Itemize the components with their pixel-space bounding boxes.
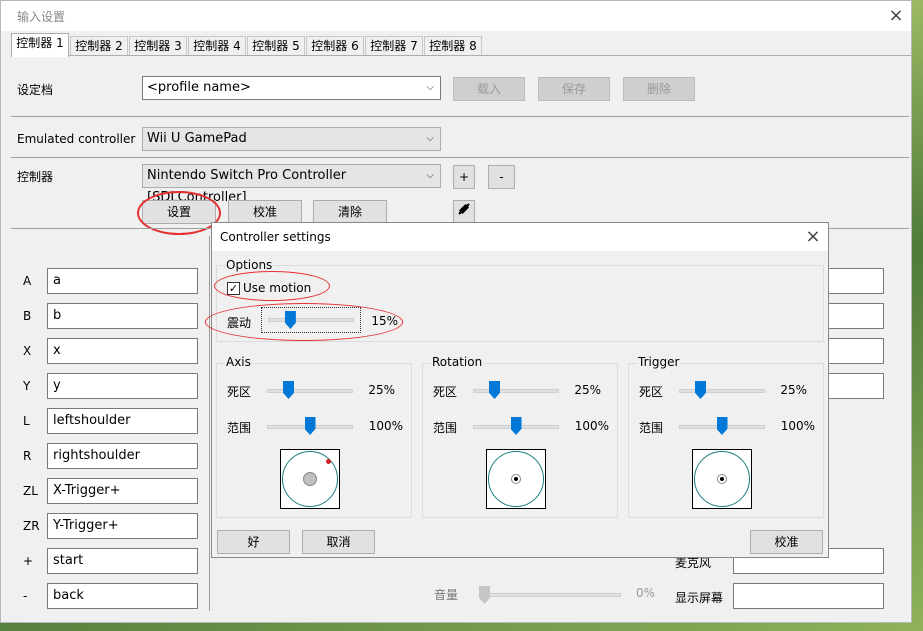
profile-label: 设定档 xyxy=(17,83,54,97)
dialog-calibrate-button[interactable]: 校准 xyxy=(750,530,823,554)
tab-controller-7[interactable]: 控制器 7 xyxy=(365,36,423,56)
mapping-input[interactable]: leftshoulder xyxy=(47,408,198,434)
trigger-deadzone-label: 死区 xyxy=(639,385,664,399)
dialog-titlebar: Controller settings × xyxy=(212,223,828,251)
volume-label: 音量 xyxy=(434,588,459,602)
stick-raw-dot xyxy=(326,459,331,464)
profile-combo[interactable]: <profile name> ⌵ xyxy=(142,76,441,100)
remove-controller-button[interactable]: - xyxy=(488,165,515,189)
mapping-input[interactable]: b xyxy=(47,303,198,329)
highlight-circle xyxy=(205,303,403,341)
mapping-key: ZR xyxy=(23,519,40,533)
mapping-key: R xyxy=(23,449,32,463)
dialog-title: Controller settings xyxy=(220,230,331,244)
stick-center-dot xyxy=(720,477,724,481)
axis-deadzone-value: 25% xyxy=(368,383,395,397)
tab-controller-2[interactable]: 控制器 2 xyxy=(70,36,128,56)
divider xyxy=(209,236,210,611)
rotation-range-label: 范围 xyxy=(433,421,458,435)
save-profile-button[interactable]: 保存 xyxy=(538,77,610,101)
trigger-group-title: Trigger xyxy=(637,355,681,369)
tab-controller-4[interactable]: 控制器 4 xyxy=(188,36,246,56)
mapping-input[interactable]: a xyxy=(47,268,198,294)
load-profile-button[interactable]: 载入 xyxy=(453,77,525,101)
trigger-range-value: 100% xyxy=(780,419,815,433)
tab-controller-5[interactable]: 控制器 5 xyxy=(247,36,305,56)
stick-center-dot xyxy=(514,477,518,481)
mapping-input[interactable]: rightshoulder xyxy=(47,443,198,469)
window-title: 输入设置 xyxy=(17,10,66,24)
window-close-icon[interactable]: × xyxy=(883,5,909,27)
divider xyxy=(11,116,909,117)
rotation-group-title: Rotation xyxy=(431,355,484,369)
axis-deadzone-label: 死区 xyxy=(227,385,252,399)
chevron-down-icon: ⌵ xyxy=(426,82,434,93)
chevron-down-icon: ⌵ xyxy=(426,133,434,144)
rotation-deadzone-value: 25% xyxy=(574,383,601,397)
dialog-close-icon[interactable]: × xyxy=(800,226,826,248)
options-group-title: Options xyxy=(225,258,274,272)
chevron-down-icon: ⌵ xyxy=(426,170,434,181)
screen-label: 显示屏幕 xyxy=(675,591,724,605)
controller-combo[interactable]: Nintendo Switch Pro Controller [SDLContr… xyxy=(142,164,441,205)
mapping-input[interactable]: y xyxy=(47,373,198,399)
mapping-key: + xyxy=(23,554,34,568)
trigger-range-label: 范围 xyxy=(639,421,664,435)
mapping-input[interactable]: X-Trigger+ xyxy=(47,478,198,504)
cancel-button[interactable]: 取消 xyxy=(302,530,375,554)
calibrate-button[interactable]: 校准 xyxy=(228,200,302,224)
mapping-key: A xyxy=(23,274,32,288)
mapping-key: L xyxy=(23,414,30,428)
axis-range-label: 范围 xyxy=(227,421,252,435)
divider xyxy=(11,157,909,158)
axis-deadzone-track[interactable] xyxy=(267,389,353,393)
trigger-deadzone-value: 25% xyxy=(780,383,807,397)
profile-combo-text: <profile name> xyxy=(147,80,251,95)
trigger-deadzone-track[interactable] xyxy=(679,389,765,393)
add-controller-button[interactable]: + xyxy=(453,165,475,189)
delete-profile-button[interactable]: 删除 xyxy=(623,77,695,101)
window-titlebar: 输入设置 × xyxy=(1,1,911,31)
emulated-controller-label: Emulated controller xyxy=(17,132,136,146)
mapping-input[interactable]: x xyxy=(47,338,198,364)
emulated-controller-value: Wii U GamePad xyxy=(147,131,247,146)
trigger-stick-preview xyxy=(692,449,752,509)
clear-button[interactable]: 清除 xyxy=(313,200,387,224)
mapping-key: ZL xyxy=(23,484,38,498)
mapping-key: B xyxy=(23,309,32,323)
controller-label: 控制器 xyxy=(17,170,54,184)
axis-group-title: Axis xyxy=(225,355,252,369)
emulated-controller-combo[interactable]: Wii U GamePad ⌵ xyxy=(142,127,441,151)
screen-input[interactable] xyxy=(733,583,884,609)
mapping-input[interactable]: start xyxy=(47,548,198,574)
stick-position-dot xyxy=(303,472,317,486)
connect-icon[interactable] xyxy=(453,200,475,224)
mapping-key: X xyxy=(23,344,32,358)
rotation-deadzone-track[interactable] xyxy=(473,389,559,393)
mapping-key: - xyxy=(23,589,28,603)
tab-controller-1[interactable]: 控制器 1 xyxy=(11,33,69,57)
highlight-circle xyxy=(214,271,330,301)
axis-range-value: 100% xyxy=(368,419,403,433)
axis-stick-preview xyxy=(280,449,340,509)
ok-button[interactable]: 好 xyxy=(217,530,290,554)
tab-controller-6[interactable]: 控制器 6 xyxy=(306,36,364,56)
rotation-deadzone-label: 死区 xyxy=(433,385,458,399)
volume-value: 0% xyxy=(635,586,655,600)
rotation-range-value: 100% xyxy=(574,419,609,433)
tab-controller-3[interactable]: 控制器 3 xyxy=(129,36,187,56)
mapping-input[interactable]: back xyxy=(47,583,198,609)
mapping-input[interactable]: Y-Trigger+ xyxy=(47,513,198,539)
rotation-stick-preview xyxy=(486,449,546,509)
volume-slider-track[interactable] xyxy=(479,593,621,597)
tab-controller-8[interactable]: 控制器 8 xyxy=(424,36,482,56)
controller-settings-dialog: Controller settings × Options ✓ Use moti… xyxy=(205,222,829,558)
mapping-key: Y xyxy=(23,379,31,393)
